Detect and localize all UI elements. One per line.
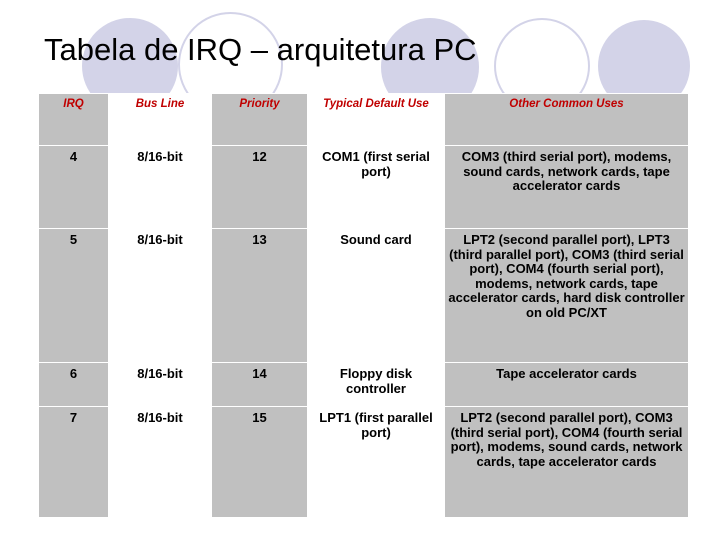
cell-irq: 7 [38, 406, 109, 518]
cell-other-common-uses: Tape accelerator cards [444, 362, 689, 407]
cell-priority: 13 [211, 228, 308, 363]
table-header-row: IRQ Bus Line Priority Typical Default Us… [38, 93, 689, 146]
column-header-other-common-uses: Other Common Uses [444, 93, 689, 146]
table-row: 6 8/16-bit 14 Floppy disk controller Tap… [38, 362, 689, 407]
cell-typical-default-use: Floppy disk controller [307, 362, 445, 407]
column-header-irq: IRQ [38, 93, 109, 146]
cell-typical-default-use: COM1 (first serial port) [307, 145, 445, 229]
cell-bus-line: 8/16-bit [108, 228, 212, 363]
column-header-bus-line: Bus Line [108, 93, 212, 146]
table-row: 7 8/16-bit 15 LPT1 (first parallel port)… [38, 406, 689, 518]
cell-bus-line: 8/16-bit [108, 145, 212, 229]
cell-irq: 4 [38, 145, 109, 229]
cell-priority: 14 [211, 362, 308, 407]
column-header-priority: Priority [211, 93, 308, 146]
irq-table-container: IRQ Bus Line Priority Typical Default Us… [38, 93, 689, 518]
cell-other-common-uses: COM3 (third serial port), modems, sound … [444, 145, 689, 229]
cell-other-common-uses: LPT2 (second parallel port), LPT3 (third… [444, 228, 689, 363]
column-header-typical-default-use: Typical Default Use [307, 93, 445, 146]
table-header: IRQ Bus Line Priority Typical Default Us… [38, 93, 689, 146]
page-title: Tabela de IRQ – arquitetura PC [44, 32, 477, 67]
cell-priority: 15 [211, 406, 308, 518]
cell-bus-line: 8/16-bit [108, 362, 212, 407]
cell-bus-line: 8/16-bit [108, 406, 212, 518]
cell-irq: 6 [38, 362, 109, 407]
cell-priority: 12 [211, 145, 308, 229]
irq-table: IRQ Bus Line Priority Typical Default Us… [38, 93, 689, 518]
table-row: 5 8/16-bit 13 Sound card LPT2 (second pa… [38, 228, 689, 363]
table-body: 4 8/16-bit 12 COM1 (first serial port) C… [38, 145, 689, 518]
cell-typical-default-use: Sound card [307, 228, 445, 363]
cell-irq: 5 [38, 228, 109, 363]
cell-typical-default-use: LPT1 (first parallel port) [307, 406, 445, 518]
cell-other-common-uses: LPT2 (second parallel port), COM3 (third… [444, 406, 689, 518]
table-row: 4 8/16-bit 12 COM1 (first serial port) C… [38, 145, 689, 229]
